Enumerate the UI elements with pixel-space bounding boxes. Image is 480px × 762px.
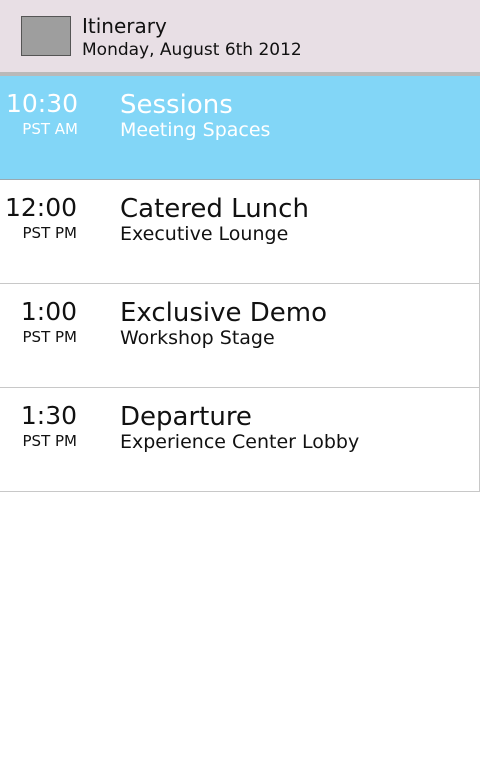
itinerary-item-catered-lunch[interactable]: 12:00 PST PM Catered Lunch Executive Lou… [0, 180, 480, 284]
page-title: Itinerary [82, 14, 167, 38]
event-location: Meeting Spaces [120, 119, 271, 141]
itinerary-item-exclusive-demo[interactable]: 1:00 PST PM Exclusive Demo Workshop Stag… [0, 284, 480, 388]
event-location: Experience Center Lobby [120, 431, 360, 453]
event-title: Departure [120, 402, 252, 432]
event-period: PST PM [22, 432, 78, 450]
page-date: Monday, August 6th 2012 [82, 40, 302, 60]
header-bar: Itinerary Monday, August 6th 2012 [0, 0, 480, 76]
event-period: PST PM [22, 224, 78, 242]
event-title: Sessions [120, 90, 233, 120]
event-location: Workshop Stage [120, 327, 275, 349]
event-time: 1:00 [20, 297, 77, 326]
event-period: PST PM [22, 328, 78, 346]
event-period: PST AM [22, 120, 78, 138]
itinerary-item-sessions[interactable]: 10:30 PST AM Sessions Meeting Spaces [0, 76, 480, 180]
event-title: Catered Lunch [120, 194, 309, 224]
event-location: Executive Lounge [120, 223, 289, 245]
event-time: 12:00 [4, 193, 77, 222]
itinerary-item-departure[interactable]: 1:30 PST PM Departure Experience Center … [0, 388, 480, 492]
event-title: Exclusive Demo [120, 298, 328, 328]
event-time: 1:30 [20, 401, 77, 430]
image-placeholder-icon [21, 16, 71, 56]
itinerary-list: 10:30 PST AM Sessions Meeting Spaces 12:… [0, 76, 480, 492]
event-time: 10:30 [5, 89, 78, 118]
